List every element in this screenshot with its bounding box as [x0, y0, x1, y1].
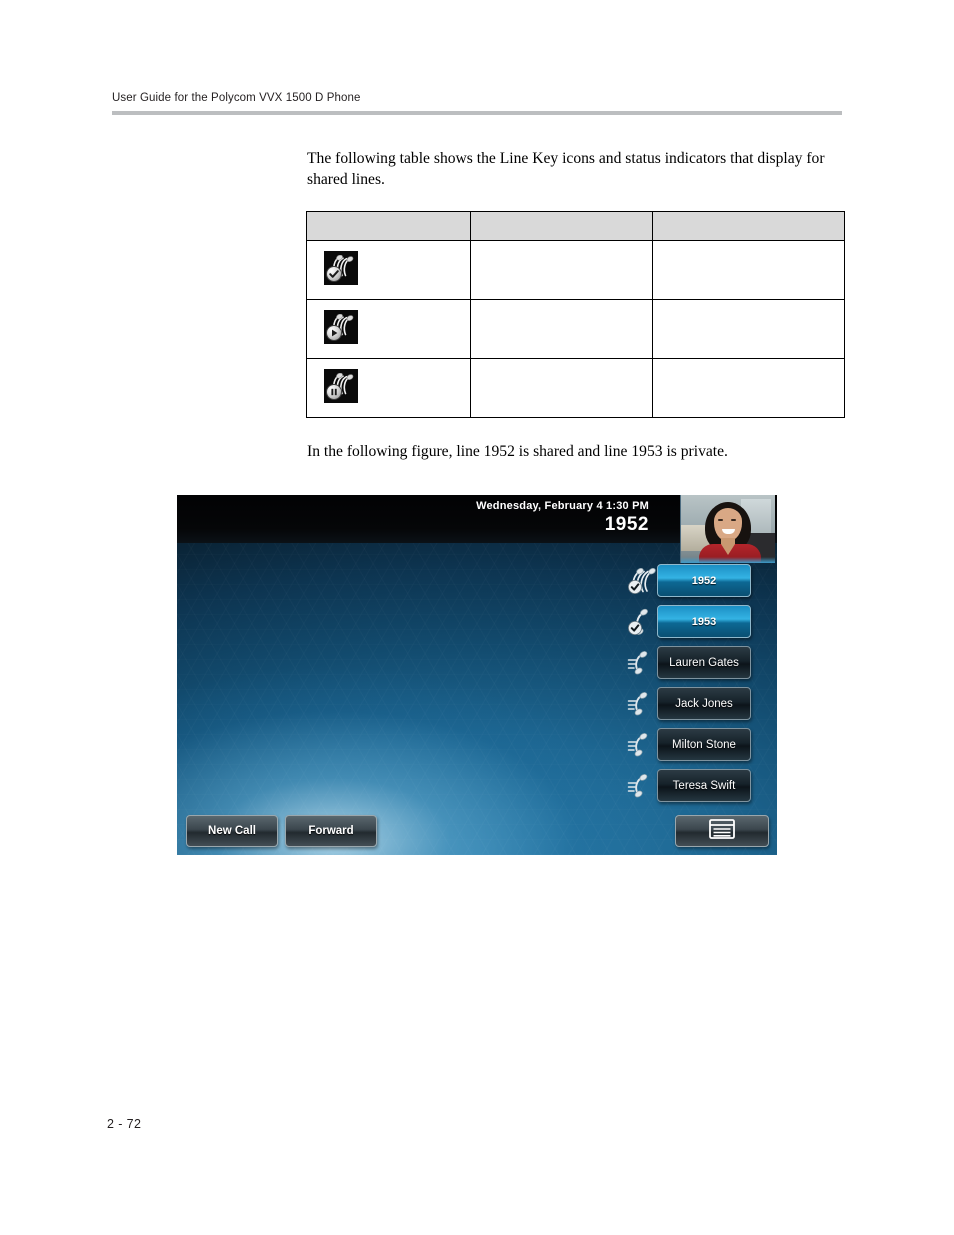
table-cell-icon: [306, 240, 471, 300]
status-line-number: 1952: [604, 514, 649, 535]
icon-wrapper: [307, 309, 470, 349]
line-key-icon-table: [306, 211, 845, 418]
line-key-teresa-swift[interactable]: Teresa Swift: [627, 767, 769, 807]
line-key-label: Teresa Swift: [672, 779, 736, 792]
table-cell-right-text: [653, 382, 844, 394]
menu-softkey[interactable]: [675, 815, 769, 847]
line-key-1952[interactable]: 1952: [628, 562, 769, 602]
table-row: [306, 299, 845, 359]
play-badge-icon: [327, 325, 341, 340]
document-running-header: User Guide for the Polycom VVX 1500 D Ph…: [112, 92, 842, 115]
table-row: [306, 358, 845, 418]
table-cell-middle: [470, 299, 653, 359]
menu-list-icon: [709, 818, 735, 844]
table-cell-right: [652, 299, 845, 359]
status-datetime: Wednesday, February 4 1:30 PM: [476, 500, 649, 512]
table-header-label-icon: [307, 220, 470, 232]
speed-dial-handset-icon: [627, 772, 659, 800]
page-number: 2 - 72: [107, 1117, 142, 1131]
table-cell-middle-text: [471, 382, 652, 394]
icon-wrapper: [307, 368, 470, 408]
table-header-cell-icon: [306, 211, 471, 241]
intro-paragraph: The following table shows the Line Key i…: [307, 150, 825, 188]
shared-line-hold-icon: [324, 368, 358, 403]
line-key-label: Lauren Gates: [669, 656, 739, 669]
line-key-button[interactable]: 1953: [657, 605, 751, 638]
table-header-label-middle: [471, 220, 652, 232]
speed-dial-handset-icon: [627, 649, 659, 677]
table-header-row: [306, 211, 845, 241]
pause-badge-icon: [327, 384, 341, 399]
line-key-label: Jack Jones: [675, 697, 733, 710]
speed-dial-handset-icon: [627, 731, 659, 759]
shared-line-handset-icon: [627, 567, 659, 595]
figure-intro-paragraph: In the following figure, line 1952 is sh…: [307, 443, 728, 460]
table-cell-right-text: [653, 264, 844, 276]
speed-dial-handset-icon: [627, 690, 659, 718]
table-header-cell-right: [652, 211, 845, 241]
icon-wrapper: [307, 250, 470, 290]
forward-softkey[interactable]: Forward: [285, 815, 377, 847]
line-key-label: Milton Stone: [672, 738, 736, 751]
line-key-button[interactable]: Lauren Gates: [657, 646, 751, 679]
video-person-eye-left: [718, 519, 723, 521]
line-key-button[interactable]: Jack Jones: [657, 687, 751, 720]
private-line-handset-icon: [627, 608, 659, 636]
table-cell-right: [652, 358, 845, 418]
phone-screen-figure: Wednesday, February 4 1:30 PM 1952 1952 …: [177, 495, 777, 855]
line-key-milton-stone[interactable]: Milton Stone: [627, 726, 769, 766]
table-cell-middle: [470, 240, 653, 300]
shared-line-active-icon: [324, 309, 358, 344]
running-title: User Guide for the Polycom VVX 1500 D Ph…: [112, 92, 361, 104]
table-cell-middle: [470, 358, 653, 418]
line-key-button[interactable]: Milton Stone: [657, 728, 751, 761]
line-key-label: 1953: [691, 615, 717, 628]
table-cell-right: [652, 240, 845, 300]
forward-softkey-label: Forward: [308, 825, 354, 837]
video-person-eye-right: [731, 519, 736, 521]
table-cell-icon: [306, 299, 471, 359]
header-divider-rule: [112, 111, 842, 115]
table-header-cell-middle: [470, 211, 653, 241]
shared-line-available-icon: [324, 250, 358, 285]
line-key-list: 1952 1953 Lauren Gates Jack Jones Milton…: [627, 562, 769, 808]
table-cell-middle-text: [471, 323, 652, 335]
line-key-lauren-gates[interactable]: Lauren Gates: [627, 644, 769, 684]
table-header-label-right: [653, 220, 844, 232]
table-cell-middle-text: [471, 264, 652, 276]
line-key-1953[interactable]: 1953: [628, 603, 769, 643]
table-cell-icon: [306, 358, 471, 418]
video-self-view[interactable]: [680, 495, 775, 563]
new-call-softkey-label: New Call: [208, 825, 256, 837]
table-cell-right-text: [653, 323, 844, 335]
line-key-jack-jones[interactable]: Jack Jones: [627, 685, 769, 725]
line-key-button[interactable]: Teresa Swift: [657, 769, 751, 802]
table-row: [306, 240, 845, 300]
line-key-label: 1952: [691, 574, 717, 587]
check-badge-icon: [327, 266, 341, 281]
line-key-button[interactable]: 1952: [657, 564, 751, 597]
video-person-face: [714, 508, 742, 541]
new-call-softkey[interactable]: New Call: [186, 815, 278, 847]
